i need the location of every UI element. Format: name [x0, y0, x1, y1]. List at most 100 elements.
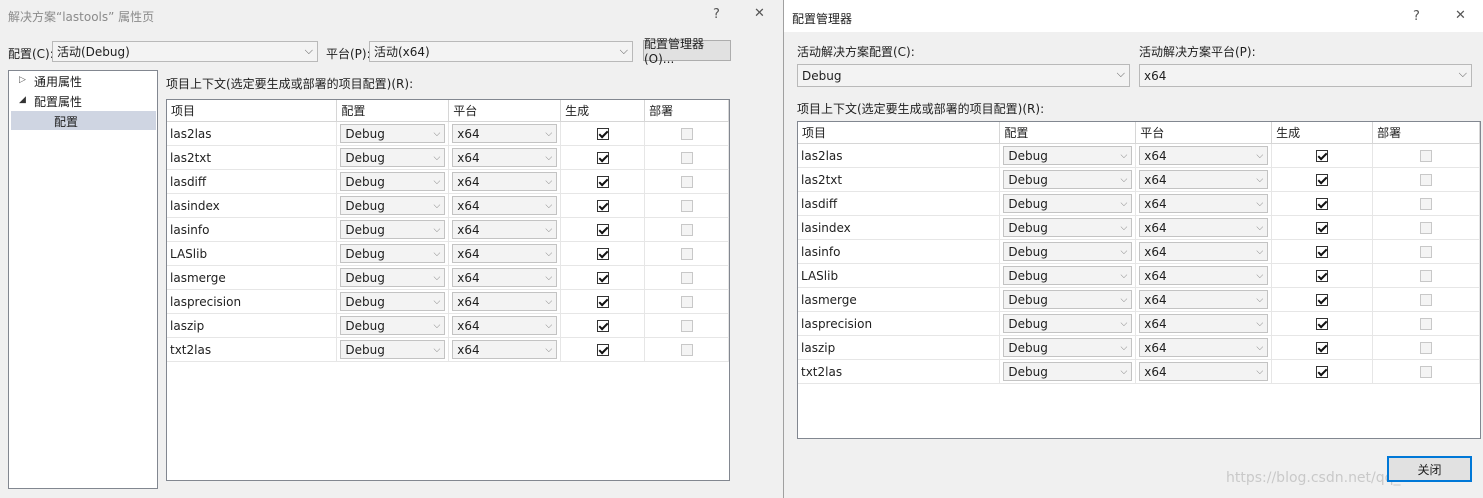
help-icon[interactable]: ?: [713, 7, 720, 22]
build-checkbox[interactable]: [1316, 173, 1329, 186]
build-checkbox[interactable]: [596, 247, 609, 260]
platform-cell-dropdown[interactable]: x64 ⌵: [1139, 314, 1269, 333]
config-cell-dropdown[interactable]: Debug ⌵: [340, 316, 446, 335]
config-cell-dropdown[interactable]: Debug ⌵: [340, 220, 446, 239]
column-header[interactable]: 平台: [1135, 122, 1273, 144]
help-icon[interactable]: ?: [1413, 9, 1420, 24]
build-cell: [1271, 167, 1374, 192]
platform-cell-dropdown[interactable]: x64 ⌵: [1139, 242, 1269, 261]
config-cell-dropdown[interactable]: Debug ⌵: [1003, 362, 1133, 381]
chevron-down-icon: ⌵: [1256, 319, 1264, 329]
platform-cell-dropdown[interactable]: x64 ⌵: [452, 124, 558, 143]
build-cell: [1271, 359, 1374, 384]
project-context-label: 项目上下文(选定要生成或部署的项目配置)(R):: [797, 102, 1045, 116]
build-checkbox[interactable]: [596, 223, 609, 236]
build-checkbox[interactable]: [1316, 221, 1329, 234]
column-header[interactable]: 配置: [999, 122, 1137, 144]
platform-cell-dropdown[interactable]: x64 ⌵: [1139, 266, 1269, 285]
close-icon[interactable]: ✕: [1455, 8, 1466, 23]
config-cell-dropdown[interactable]: Debug ⌵: [340, 268, 446, 287]
platform-dropdown[interactable]: 活动(x64) ⌵: [369, 41, 633, 62]
expand-icon[interactable]: ▷: [19, 75, 26, 85]
config-cell-dropdown[interactable]: Debug ⌵: [1003, 194, 1133, 213]
config-cell-dropdown[interactable]: Debug ⌵: [340, 196, 446, 215]
build-checkbox[interactable]: [596, 127, 609, 140]
config-cell-dropdown[interactable]: Debug ⌵: [340, 172, 446, 191]
platform-cell: x64 ⌵: [448, 169, 562, 194]
build-checkbox[interactable]: [596, 151, 609, 164]
config-cell-dropdown[interactable]: Debug ⌵: [1003, 242, 1133, 261]
project-name: laszip: [167, 313, 338, 338]
chevron-down-icon: ⌵: [433, 225, 441, 235]
deploy-cell: [644, 121, 729, 146]
config-cell-dropdown[interactable]: Debug ⌵: [340, 148, 446, 167]
build-checkbox[interactable]: [596, 343, 609, 356]
build-checkbox[interactable]: [1316, 245, 1329, 258]
active-config-dropdown[interactable]: Debug ⌵: [797, 64, 1130, 87]
build-checkbox[interactable]: [1316, 197, 1329, 210]
platform-cell-dropdown[interactable]: x64 ⌵: [1139, 290, 1269, 309]
platform-cell: x64 ⌵: [448, 265, 562, 290]
build-checkbox[interactable]: [1316, 341, 1329, 354]
column-header[interactable]: 部署: [644, 100, 729, 122]
build-checkbox[interactable]: [1316, 317, 1329, 330]
build-checkbox[interactable]: [596, 175, 609, 188]
config-cell-dropdown[interactable]: Debug ⌵: [340, 340, 446, 359]
build-checkbox[interactable]: [1316, 269, 1329, 282]
platform-cell-dropdown[interactable]: x64 ⌵: [452, 316, 558, 335]
build-checkbox[interactable]: [596, 295, 609, 308]
close-icon[interactable]: ✕: [754, 6, 765, 21]
active-platform-dropdown[interactable]: x64 ⌵: [1139, 64, 1472, 87]
config-cell-dropdown[interactable]: Debug ⌵: [1003, 290, 1133, 309]
config-cell-dropdown[interactable]: Debug ⌵: [1003, 218, 1133, 237]
platform-cell-dropdown[interactable]: x64 ⌵: [452, 268, 558, 287]
column-header[interactable]: 部署: [1372, 122, 1480, 144]
config-cell-dropdown[interactable]: Debug ⌵: [340, 292, 446, 311]
config-cell-dropdown[interactable]: Debug ⌵: [340, 124, 446, 143]
column-header[interactable]: 配置: [336, 100, 450, 122]
build-checkbox[interactable]: [1316, 149, 1329, 162]
platform-cell-dropdown[interactable]: x64 ⌵: [452, 196, 558, 215]
tree-item-config-properties[interactable]: 配置属性: [34, 93, 82, 110]
collapse-icon[interactable]: ◢: [19, 95, 26, 105]
deploy-checkbox: [680, 319, 693, 332]
platform-cell-dropdown[interactable]: x64 ⌵: [452, 244, 558, 263]
column-header[interactable]: 项目: [798, 122, 1001, 144]
platform-cell-dropdown[interactable]: x64 ⌵: [1139, 218, 1269, 237]
config-cell-dropdown[interactable]: Debug ⌵: [1003, 146, 1133, 165]
close-button[interactable]: 关闭: [1387, 456, 1472, 482]
chevron-down-icon: ⌵: [1120, 319, 1128, 329]
platform-cell-dropdown[interactable]: x64 ⌵: [1139, 170, 1269, 189]
platform-cell-dropdown[interactable]: x64 ⌵: [452, 148, 558, 167]
config-cell: Debug ⌵: [336, 169, 450, 194]
config-dropdown[interactable]: 活动(Debug) ⌵: [52, 41, 318, 62]
column-header[interactable]: 生成: [1271, 122, 1374, 144]
deploy-checkbox: [1420, 365, 1433, 378]
column-header[interactable]: 平台: [448, 100, 562, 122]
build-checkbox[interactable]: [1316, 365, 1329, 378]
config-cell-dropdown[interactable]: Debug ⌵: [340, 244, 446, 263]
config-cell: Debug ⌵: [336, 289, 450, 314]
config-manager-button[interactable]: 配置管理器(O)...: [643, 37, 731, 66]
config-cell-dropdown[interactable]: Debug ⌵: [1003, 314, 1133, 333]
column-header[interactable]: 生成: [560, 100, 646, 122]
config-cell-dropdown[interactable]: Debug ⌵: [1003, 266, 1133, 285]
platform-cell-dropdown[interactable]: x64 ⌵: [452, 292, 558, 311]
build-checkbox[interactable]: [596, 319, 609, 332]
platform-cell-dropdown[interactable]: x64 ⌵: [1139, 338, 1269, 357]
config-cell-dropdown[interactable]: Debug ⌵: [1003, 338, 1133, 357]
build-checkbox[interactable]: [596, 199, 609, 212]
platform-cell-dropdown[interactable]: x64 ⌵: [452, 220, 558, 239]
tree-item-selected-row[interactable]: 配置: [11, 111, 156, 130]
column-header[interactable]: 项目: [167, 100, 338, 122]
platform-cell-dropdown[interactable]: x64 ⌵: [452, 172, 558, 191]
platform-cell-dropdown[interactable]: x64 ⌵: [452, 340, 558, 359]
project-name: lasprecision: [167, 289, 338, 314]
platform-cell-dropdown[interactable]: x64 ⌵: [1139, 362, 1269, 381]
config-cell-dropdown[interactable]: Debug ⌵: [1003, 170, 1133, 189]
build-checkbox[interactable]: [596, 271, 609, 284]
platform-cell-dropdown[interactable]: x64 ⌵: [1139, 194, 1269, 213]
platform-cell-dropdown[interactable]: x64 ⌵: [1139, 146, 1269, 165]
build-checkbox[interactable]: [1316, 293, 1329, 306]
tree-item-common-properties[interactable]: 通用属性: [34, 73, 82, 90]
